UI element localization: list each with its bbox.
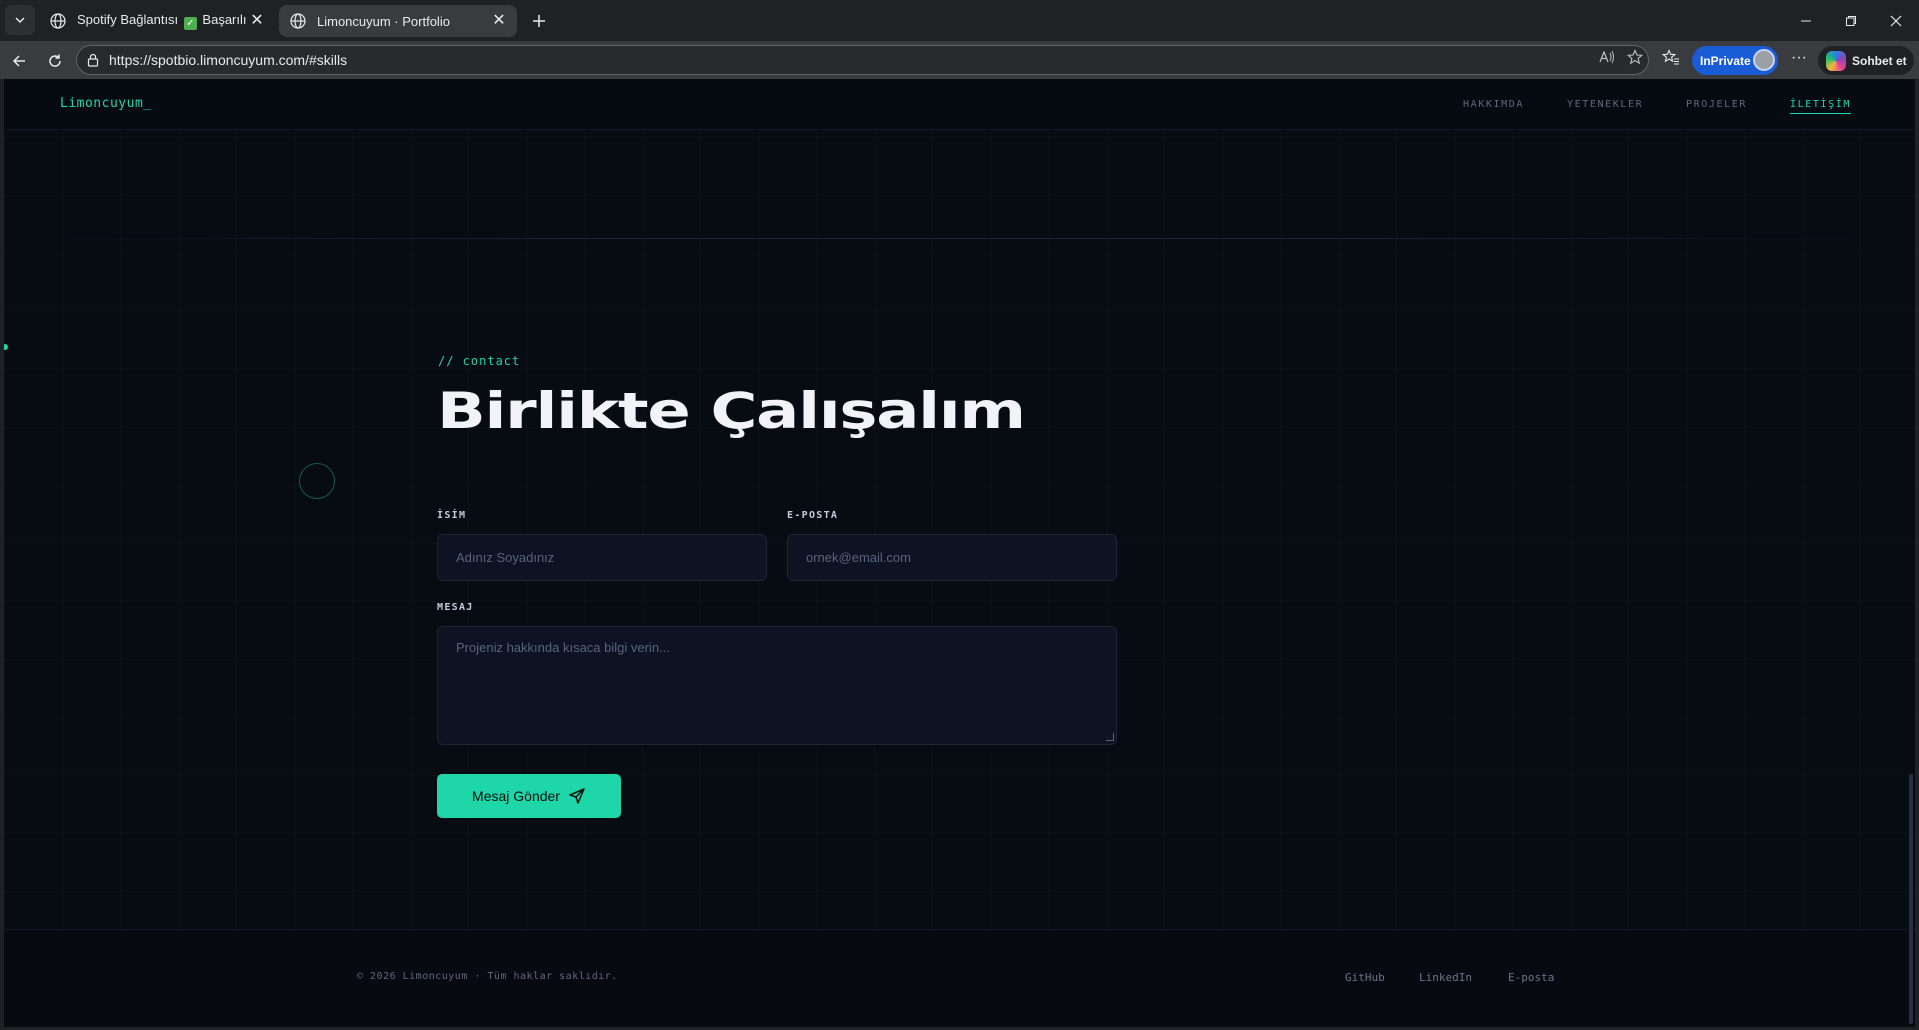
section-divider [4,238,1915,239]
close-tab-icon[interactable]: ✕ [249,13,265,29]
tab-portfolio[interactable]: Limoncuyum · Portfolio ✕ [279,5,517,37]
check-mark-icon: ✓ [183,17,197,30]
browser-toolbar: https://spotbio.limoncuyum.com/#skills I… [0,41,1919,79]
inprivate-label: InPrivate [1700,53,1751,68]
read-aloud-icon [1599,50,1614,64]
name-input[interactable] [437,534,767,581]
send-icon [569,788,585,804]
favorites-button[interactable] [1661,47,1681,67]
reload-button[interactable] [41,47,69,75]
url-text[interactable]: https://spotbio.limoncuyum.com/#skills [109,52,347,68]
message-label: MESAJ [437,602,474,613]
site-logo[interactable]: Limoncuyum_ [60,96,152,111]
restore-icon [1846,15,1856,26]
new-tab-button[interactable] [526,8,552,34]
close-tab-icon[interactable]: ✕ [491,13,507,29]
page-title: Birlikte Çalışalım [437,382,1026,440]
favorite-star-button[interactable] [1625,47,1645,67]
tab-actions-menu-button[interactable] [5,5,35,35]
back-button[interactable] [5,47,33,75]
email-label: E-POSTA [787,510,839,521]
minimize-button[interactable] [1783,0,1829,41]
site-footer: © 2026 Limoncuyum · Tüm haklar saklıdır.… [4,929,1915,1027]
chevron-down-icon [15,17,25,24]
globe-icon [50,13,66,29]
lock-icon[interactable] [87,53,99,67]
arrow-left-icon [12,55,25,67]
email-input[interactable] [787,534,1117,581]
nav-link-projeler[interactable]: PROJELER [1686,99,1747,110]
more-options-icon[interactable]: ··· [1788,49,1810,71]
minimize-icon [1801,20,1811,21]
tab-strip: Spotify Bağlantısı ✓ Başarılı ✕ Limoncuy… [0,0,1919,41]
message-textarea[interactable] [437,626,1117,745]
footer-link-linkedin[interactable]: LinkedIn [1419,971,1472,984]
cursor-ring [299,463,335,499]
send-button-label: Mesaj Gönder [472,788,560,804]
plus-icon [533,15,545,27]
site-header: Limoncuyum_ HAKKIMDA YETENEKLER PROJELER… [4,79,1915,130]
copilot-icon [1826,50,1846,71]
page-viewport: Limoncuyum_ HAKKIMDA YETENEKLER PROJELER… [4,79,1915,1027]
close-window-button[interactable] [1873,0,1919,41]
avatar [1753,49,1775,71]
tab-title: Spotify Bağlantısı ✓ Başarılı [77,12,247,30]
copilot-button[interactable]: Sohbet et [1818,46,1914,75]
restore-button[interactable] [1828,0,1874,41]
copyright-text: © 2026 Limoncuyum · Tüm haklar saklıdır. [357,971,618,982]
textarea-resize-handle[interactable] [1106,733,1114,741]
tab-spotify[interactable]: Spotify Bağlantısı ✓ Başarılı ✕ [39,5,275,37]
section-kicker: // contact [438,354,521,368]
page-scrollbar[interactable] [1909,774,1913,1024]
tab-title: Limoncuyum · Portfolio [317,13,450,29]
name-label: İSİM [437,510,467,521]
nav-link-yetenekler[interactable]: YETENEKLER [1567,99,1643,110]
favorites-list-icon [1662,49,1679,65]
globe-icon [290,13,306,29]
inprivate-badge[interactable]: InPrivate [1692,46,1778,75]
send-message-button[interactable]: Mesaj Gönder [437,774,621,818]
address-bar[interactable]: https://spotbio.limoncuyum.com/#skills [76,45,1649,75]
nav-link-hakkimda[interactable]: HAKKIMDA [1463,99,1524,110]
footer-link-github[interactable]: GitHub [1345,971,1385,984]
copilot-label: Sohbet et [1852,53,1907,68]
read-aloud-button[interactable] [1597,47,1617,67]
reload-icon [49,54,61,67]
star-icon [1627,49,1643,65]
nav-link-iletisim[interactable]: İLETİŞİM [1790,99,1851,114]
cursor-dot [4,344,8,350]
footer-link-email[interactable]: E-posta [1508,971,1554,984]
close-icon [1890,15,1902,26]
